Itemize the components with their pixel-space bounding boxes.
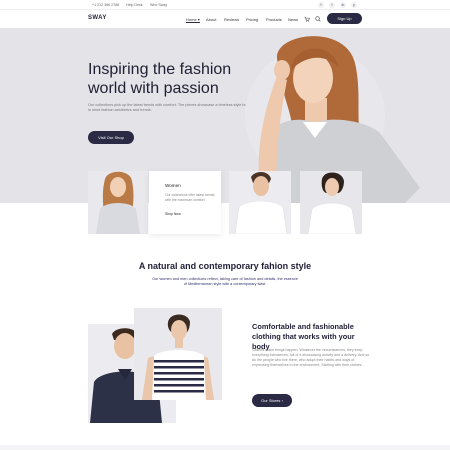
nav-item-products[interactable]: Products [266,17,282,22]
logo[interactable]: SWAY [88,15,107,21]
feature-description: Clothes make things happen. Whatever the… [252,348,370,367]
nav-item-reviews[interactable]: Reviews [224,17,239,22]
help-desk-link[interactable]: Help Desk [126,3,143,7]
instagram-icon[interactable]: in [340,2,346,8]
location-link[interactable]: Who Sway [150,3,167,7]
card-description: Our collections offer latest trends with… [165,193,215,202]
woman-striped-top-image [134,308,222,400]
phone-number[interactable]: +1 212 386 2788 [92,3,119,7]
nav-item-about[interactable]: About [206,17,216,22]
woman-tshirt-model-image [300,171,362,234]
visit-shop-button[interactable]: Visit Our Shop [88,131,134,144]
our-stores-button[interactable]: Our Stores › [252,394,292,407]
cart-icon[interactable] [304,16,310,24]
footer-edge [0,445,450,450]
nav-item-pricing[interactable]: Pricing [246,17,258,22]
twitter-icon[interactable]: t [329,2,335,8]
men-model-image [229,171,291,234]
facebook-icon[interactable]: f [318,2,324,8]
sign-up-button[interactable]: Sign Up [327,13,362,24]
chevron-right-icon: › [281,398,283,403]
card-title: Women [165,183,181,188]
section-subtitle: Our women and men collections reflect, t… [152,277,298,287]
youtube-icon[interactable]: y [351,2,357,8]
nav-item-home[interactable]: Home ▾ [186,17,200,23]
section-title: A natural and contemporary fahion style [138,261,312,271]
women-model-image [88,171,148,234]
search-icon[interactable] [315,15,321,24]
chevron-down-icon: ▾ [197,16,200,22]
women-category-card[interactable]: Women Our collections offer latest trend… [149,171,221,234]
nav-item-news[interactable]: News [288,17,298,22]
shop-now-link[interactable]: Shop Now [165,212,181,216]
top-utility-bar: +1 212 386 2788 Help Desk Who Sway f t i… [0,0,450,10]
